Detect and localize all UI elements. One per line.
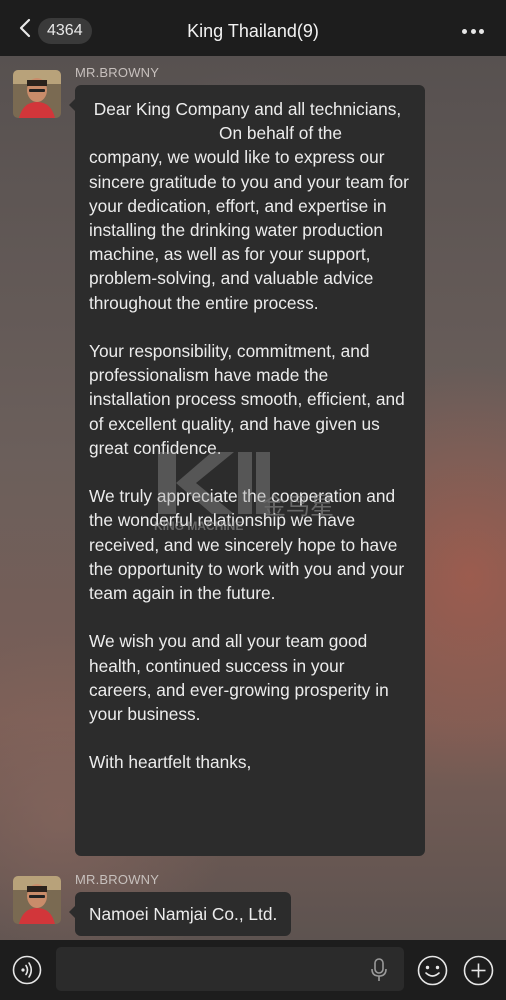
emoji-icon[interactable] (417, 955, 448, 986)
add-icon[interactable] (463, 955, 494, 986)
sender-name: MR.BROWNY (75, 872, 160, 887)
voice-mode-icon[interactable] (12, 955, 42, 985)
chat-header: 4364 King Thailand(9) (0, 0, 506, 56)
avatar[interactable] (13, 876, 61, 924)
message-text: Dear King Company and all technicians, (89, 99, 402, 119)
message-bubble[interactable]: Dear King Company and all technicians, On… (69, 85, 425, 856)
message-bubble[interactable]: Namoei Namjai Co., Ltd. (68, 892, 292, 936)
chat-title: King Thailand(9) (187, 21, 319, 41)
message-paragraph: With heartfelt thanks, (89, 752, 252, 773)
message-input[interactable] (56, 947, 404, 991)
sender-name: MR.BROWNY (75, 65, 160, 80)
more-options-icon[interactable] (462, 29, 484, 35)
avatar[interactable] (13, 70, 61, 118)
message-paragraph: We wish you and all your team good healt… (89, 631, 389, 725)
back-arrow-icon[interactable] (16, 18, 36, 38)
unread-count-badge[interactable]: 4364 (38, 18, 92, 44)
message-paragraph: Dear King Company and all technicians, On… (89, 97, 411, 315)
microphone-icon[interactable] (369, 958, 389, 982)
message-paragraph: Your responsibility, commitment, and pro… (89, 341, 405, 458)
message-paragraph: We truly appreciate the cooperation and … (89, 486, 405, 604)
message-text: On behalf of the company, we would like … (89, 123, 409, 313)
message-text: Namoei Namjai Co., Ltd. (89, 904, 278, 924)
